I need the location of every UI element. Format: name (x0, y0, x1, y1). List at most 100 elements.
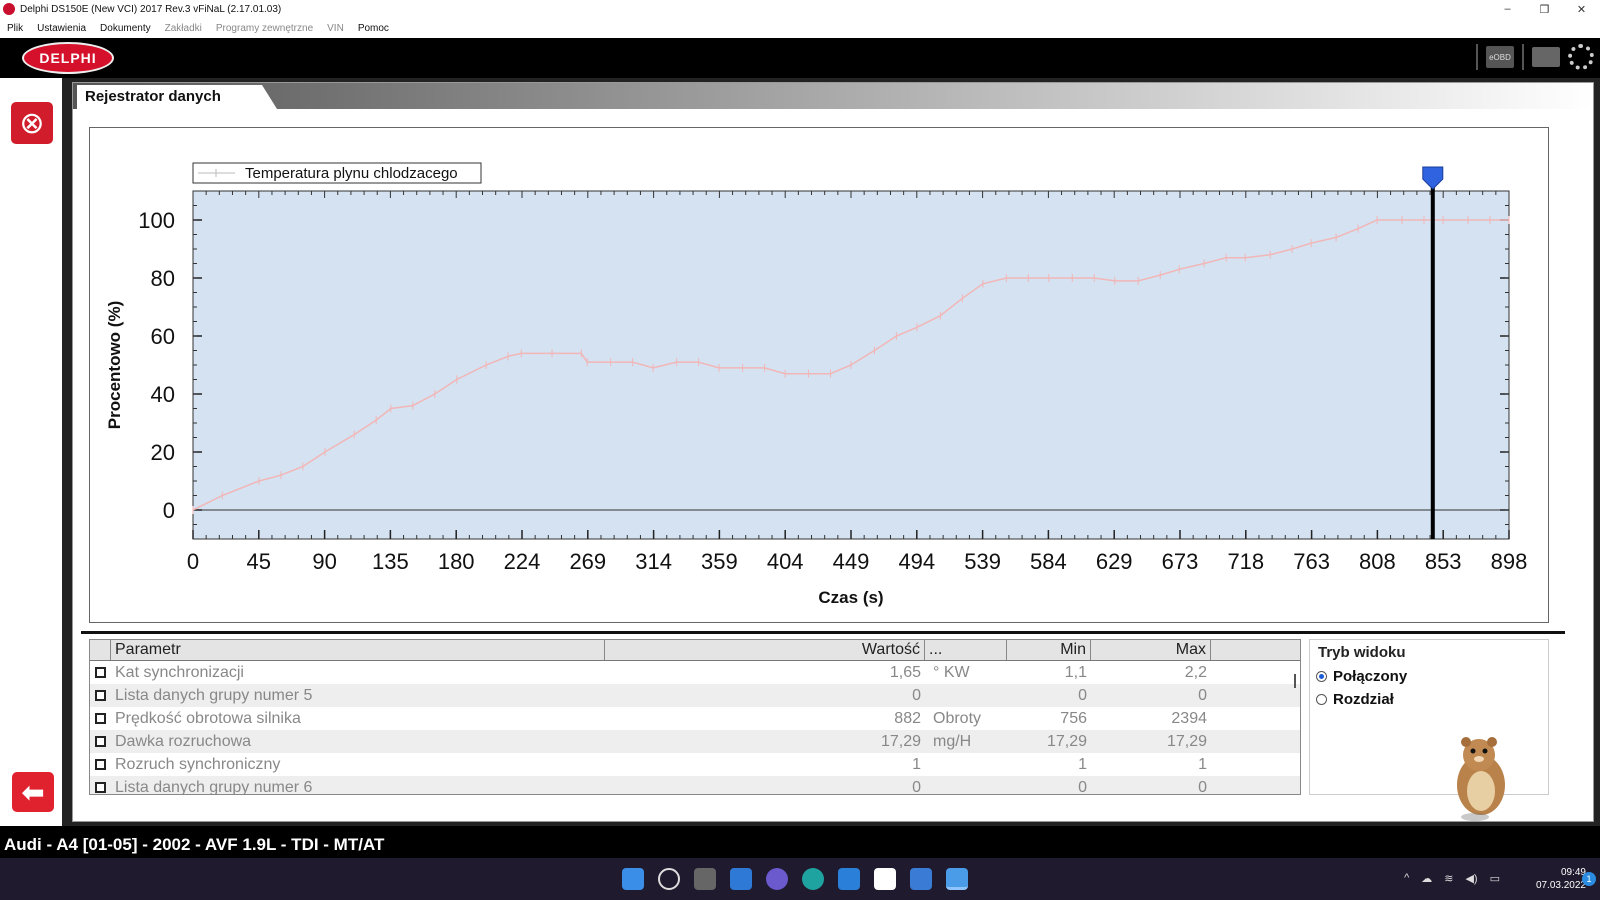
param-min: 0 (1078, 778, 1087, 795)
param-unit: mg/H (933, 732, 972, 750)
x-tick-label: 539 (964, 549, 1001, 574)
mail-icon[interactable] (838, 868, 860, 890)
row-checkbox[interactable] (95, 667, 106, 678)
close-button[interactable]: ✕ (1563, 3, 1600, 16)
wifi-icon[interactable]: ≋ (1444, 872, 1453, 885)
header-checkbox-col (90, 640, 111, 660)
minimize-button[interactable]: – (1489, 3, 1526, 16)
menu-item-ustawienia[interactable]: Ustawienia (30, 23, 93, 34)
view-mode-option-combined[interactable]: Połączony (1310, 665, 1548, 688)
row-checkbox[interactable] (95, 759, 106, 770)
x-tick-label: 494 (898, 549, 935, 574)
task-view-icon[interactable] (694, 868, 716, 890)
header-wartosc[interactable]: Wartość (605, 640, 925, 660)
back-arrow-button[interactable]: ⬅ (12, 772, 54, 812)
param-min: 1,1 (1064, 663, 1087, 681)
view-mode-label: Rozdział (1333, 691, 1394, 708)
row-checkbox[interactable] (95, 713, 106, 724)
x-tick-label: 0 (187, 549, 199, 574)
x-tick-label: 359 (701, 549, 738, 574)
app-header: DELPHI eOBD (0, 38, 1600, 78)
header-min[interactable]: Min (1007, 640, 1091, 660)
amazon-icon[interactable] (874, 868, 896, 890)
widgets-icon[interactable] (730, 868, 752, 890)
toolbar-separator (1476, 44, 1478, 70)
x-axis-label: Czas (s) (818, 588, 883, 607)
table-row[interactable]: Kat synchronizacji 1,65 ° KW 1,1 2,2 (90, 661, 1300, 684)
row-checkbox[interactable] (95, 690, 106, 701)
menu-item-vin[interactable]: VIN (320, 23, 351, 34)
windows-start-icon[interactable] (622, 868, 644, 890)
param-value: 17,29 (880, 732, 921, 750)
vehicle-status-bar: Audi - A4 [01-05] - 2002 - AVF 1.9L - TD… (0, 826, 1600, 858)
tab-data-recorder[interactable]: Rejestrator danych (77, 85, 277, 109)
param-unit: ° KW (933, 663, 970, 681)
parameter-table: Parametr Wartość ... Min Max Kat synchro… (89, 639, 1301, 795)
x-tick-label: 673 (1162, 549, 1199, 574)
dropbox-icon[interactable] (910, 868, 932, 890)
chart-container: 0 45 90 135 180 224 269 314 359 404 449 494 539 584 62… (89, 127, 1549, 623)
header-parametr[interactable]: Parametr (111, 640, 605, 660)
view-mode-label: Połączony (1333, 668, 1408, 685)
legend-label: Temperatura plynu chlodzacego (245, 165, 458, 182)
windows-taskbar: ^ ☁ ≋ ◀) ▭ 09:49 07.03.2022 1 (0, 858, 1600, 900)
cloud-icon[interactable]: ☁ (1421, 872, 1432, 885)
edge-browser-icon[interactable] (802, 868, 824, 890)
search-icon[interactable] (658, 868, 680, 890)
x-tick-label: 898 (1491, 549, 1528, 574)
delphi-app-taskbar-icon[interactable] (946, 868, 968, 890)
y-tick-label: 80 (151, 266, 175, 291)
hamster-mascot-icon (1457, 737, 1505, 821)
header-unit[interactable]: ... (925, 640, 1007, 660)
param-value: 0 (912, 778, 921, 795)
x-tick-label: 584 (1030, 549, 1067, 574)
menu-item-pomoc[interactable]: Pomoc (351, 23, 396, 34)
maximize-button[interactable]: ❐ (1526, 3, 1563, 16)
table-row[interactable]: Prędkość obrotowa silnika 882 Obroty 756… (90, 707, 1300, 730)
system-tray: ^ ☁ ≋ ◀) ▭ (1404, 872, 1500, 885)
clock-time: 09:49 (1560, 867, 1586, 878)
eobd-button[interactable]: eOBD (1486, 46, 1514, 68)
table-scrollbar[interactable] (1294, 674, 1296, 688)
view-mode-option-split[interactable]: Rozdział (1310, 688, 1548, 711)
folder-icon[interactable] (1532, 47, 1560, 67)
param-max: 0 (1198, 686, 1207, 704)
menu-item-plik[interactable]: Plik (0, 23, 30, 34)
tab-strip: Rejestrator danych (73, 83, 1593, 109)
view-mode-title: Tryb widoku (1318, 644, 1406, 661)
x-tick-label: 449 (833, 549, 870, 574)
table-row[interactable]: Rozruch synchroniczny 1 1 1 (90, 753, 1300, 776)
row-checkbox[interactable] (95, 736, 106, 747)
radio-button-combined[interactable] (1316, 671, 1327, 682)
menu-item-dokumenty[interactable]: Dokumenty (93, 23, 158, 34)
radio-button-split[interactable] (1316, 694, 1327, 705)
x-tick-label: 629 (1096, 549, 1133, 574)
coolant-temperature-chart[interactable]: 0 45 90 135 180 224 269 314 359 404 449 494 539 584 62… (90, 128, 1550, 624)
clock[interactable]: 09:49 07.03.2022 (1536, 866, 1586, 892)
gear-icon[interactable] (1568, 44, 1594, 70)
teams-chat-icon[interactable] (766, 868, 788, 890)
chevron-up-icon[interactable]: ^ (1404, 872, 1409, 885)
param-name: Dawka rozruchowa (115, 732, 252, 750)
delphi-logo: DELPHI (22, 42, 114, 74)
speaker-icon[interactable]: ◀) (1465, 872, 1477, 885)
header-max[interactable]: Max (1091, 640, 1211, 660)
left-sidebar: ⊗ ⬅ (0, 78, 66, 826)
x-tick-label: 90 (312, 549, 336, 574)
battery-icon[interactable]: ▭ (1490, 872, 1500, 885)
x-tick-label: 269 (569, 549, 606, 574)
menu-item-programy-zewnetrzne[interactable]: Programy zewnętrzne (209, 23, 320, 34)
table-row[interactable]: Lista danych grupy numer 5 0 0 0 (90, 684, 1300, 707)
table-row[interactable]: Lista danych grupy numer 6 0 0 0 (90, 776, 1300, 795)
notification-badge[interactable]: 1 (1582, 872, 1596, 886)
table-row[interactable]: Dawka rozruchowa 17,29 mg/H 17,29 17,29 (90, 730, 1300, 753)
window-title: Delphi DS150E (New VCI) 2017 Rev.3 vFiNa… (20, 3, 282, 15)
data-recorder-panel: Rejestrator danych 0 45 90 135 180 224 269 314 3… (72, 82, 1594, 822)
param-min: 1 (1078, 755, 1087, 773)
x-tick-label: 224 (504, 549, 541, 574)
steering-wheel-icon[interactable]: ⊗ (11, 102, 53, 144)
param-min: 17,29 (1046, 732, 1087, 750)
menu-item-zakladki[interactable]: Zakładki (158, 23, 209, 34)
row-checkbox[interactable] (95, 782, 106, 793)
x-tick-label: 180 (438, 549, 475, 574)
